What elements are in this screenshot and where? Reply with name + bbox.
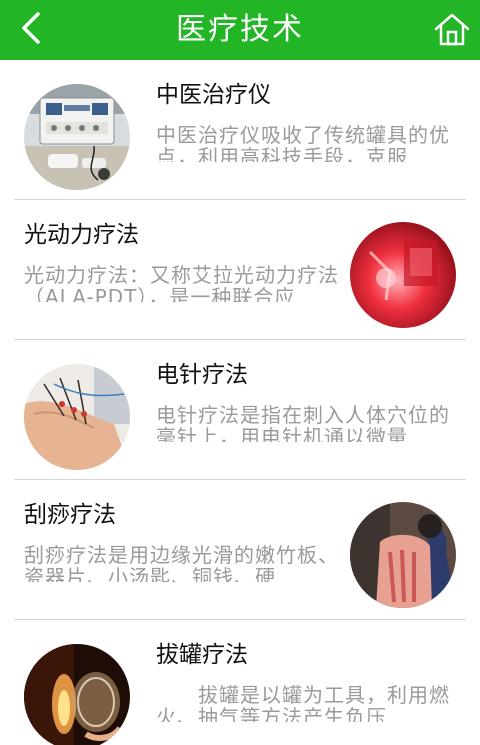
item-title: 拔罐疗法 bbox=[156, 642, 248, 668]
page-title: 医疗技术 bbox=[176, 12, 304, 47]
item-title: 光动力疗法 bbox=[24, 222, 139, 248]
electro-acupuncture-photo bbox=[24, 364, 130, 470]
list-item[interactable]: 中医治疗仪 中医治疗仪吸收了传统罐具的优点，利用高科技手段，克服 bbox=[0, 60, 480, 200]
home-icon bbox=[434, 13, 470, 46]
home-button[interactable] bbox=[434, 12, 470, 48]
red-light-therapy-photo bbox=[350, 222, 456, 328]
list-item[interactable]: 拔罐疗法 拔罐是以罐为工具，利用燃火、抽气等方法产生负压 bbox=[0, 620, 480, 745]
treatment-device-photo bbox=[24, 84, 130, 190]
item-title: 刮痧疗法 bbox=[24, 502, 116, 528]
item-description: 刮痧疗法是用边缘光滑的嫩竹板、瓷器片、小汤匙、铜钱、硬 bbox=[24, 544, 339, 582]
item-description: 中医治疗仪吸收了传统罐具的优点，利用高科技手段，克服 bbox=[156, 124, 450, 162]
top-bar: 医疗技术 bbox=[0, 0, 480, 60]
item-description: 光动力疗法：又称艾拉光动力疗法（ALA-PDT），是一种联合应 bbox=[24, 264, 339, 302]
cupping-photo bbox=[24, 644, 130, 745]
list-item[interactable]: 刮痧疗法 刮痧疗法是用边缘光滑的嫩竹板、瓷器片、小汤匙、铜钱、硬 bbox=[0, 480, 480, 620]
item-description: 拔罐是以罐为工具，利用燃火、抽气等方法产生负压 bbox=[156, 684, 450, 722]
list-item[interactable]: 电针疗法 电针疗法是指在刺入人体穴位的毫针上，用电针机通以微量 bbox=[0, 340, 480, 480]
article-list: 中医治疗仪 中医治疗仪吸收了传统罐具的优点，利用高科技手段，克服 光动力疗法 光… bbox=[0, 60, 480, 745]
gua-sha-photo bbox=[350, 502, 456, 608]
item-description: 电针疗法是指在刺入人体穴位的毫针上，用电针机通以微量 bbox=[156, 404, 450, 442]
list-item[interactable]: 光动力疗法 光动力疗法：又称艾拉光动力疗法（ALA-PDT），是一种联合应 bbox=[0, 200, 480, 340]
item-title: 电针疗法 bbox=[156, 362, 248, 388]
item-title: 中医治疗仪 bbox=[156, 82, 271, 108]
